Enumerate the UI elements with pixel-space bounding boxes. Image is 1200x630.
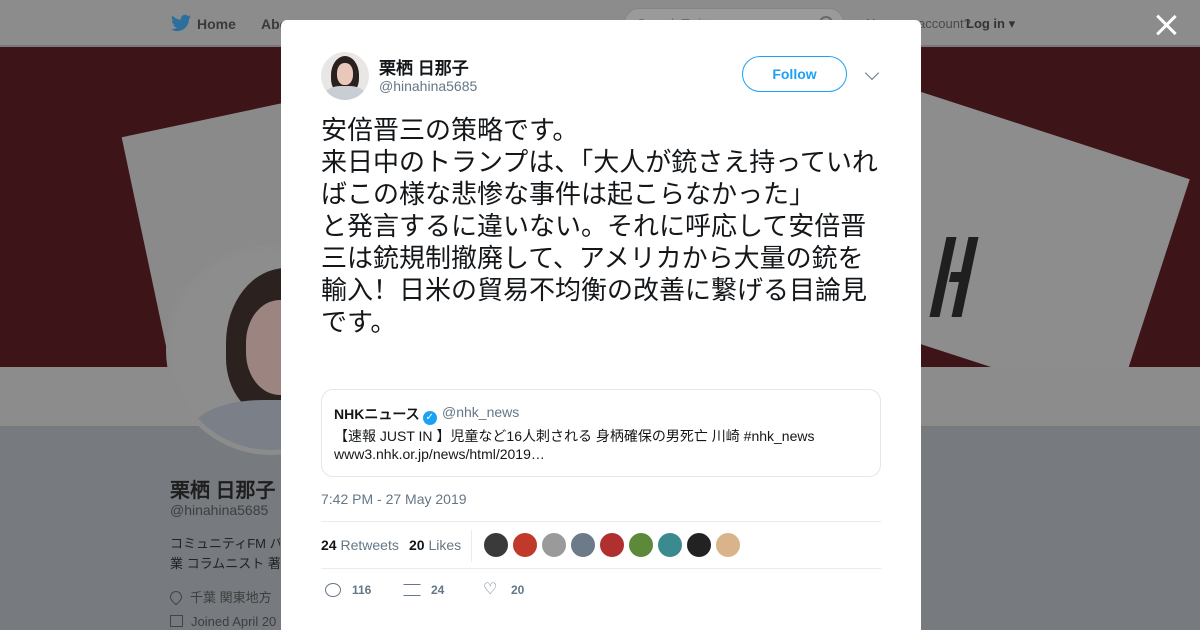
liker-avatar[interactable] [599,532,625,558]
profile-name: 栗栖 日那子 [170,480,276,502]
liker-avatar[interactable] [570,532,596,558]
liker-avatar[interactable] [541,532,567,558]
chevron-down-icon[interactable] [864,65,880,81]
retweet-count[interactable]: 24 [431,583,444,597]
follow-button[interactable]: Follow [742,56,847,92]
tweet-stats: 24 Retweets 20 Likes [321,521,881,569]
quoted-text: 【速報 JUST IN 】児童など16人刺される 身柄確保の男死亡 川崎 #nh… [334,428,815,444]
profile-joined: Joined April 20 [170,614,276,629]
likes-count: 20 [409,537,425,553]
reply-icon[interactable] [325,583,341,597]
location-pin-icon [167,588,185,606]
tweet-text-line: と発言するに違いない。それに呼応して安倍晋三は銃規制撤廃して、アメリカから大量の… [321,212,868,338]
liker-avatar[interactable] [686,532,712,558]
quoted-author-name: NHKニュース [334,406,420,422]
quoted-author-handle: @nhk_news [442,404,520,420]
retweets-label: Retweets [340,537,399,553]
tweet-text-line: 来日中のトランプは、「大人が銃さえ持っていればこの様な悲惨な事件は起こらなかった… [321,148,878,210]
retweet-icon[interactable] [403,584,421,596]
heart-icon[interactable]: ♡ [483,582,497,598]
quoted-tweet[interactable]: NHKニュース ✓ @nhk_news 【速報 JUST IN 】児童など16人刺… [321,389,881,477]
profile-bio: コミュニティFM パ 業 コラムニスト 著 [170,534,280,574]
twitter-bird-icon[interactable] [171,14,191,32]
profile-handle: @hinahina5685 [170,502,269,518]
location-text: 千葉 関東地方 [190,590,272,605]
quoted-author: NHKニュース ✓ [334,404,437,425]
liker-avatar[interactable] [512,532,538,558]
calendar-icon [170,615,183,627]
liker-avatar[interactable] [483,532,509,558]
tweet-modal: 栗栖 日那子 @hinahina5685 Follow 安倍晋三の策略です。 来… [281,20,921,630]
liker-avatar[interactable] [657,532,683,558]
retweets-stat[interactable]: 24 Retweets [321,537,399,553]
verified-badge-icon: ✓ [422,411,437,425]
banner-bars [929,237,998,327]
author-avatar[interactable] [321,52,369,100]
close-icon[interactable] [1155,14,1177,36]
retweets-count: 24 [321,537,337,553]
login-link[interactable]: Log in ▾ [966,16,1015,32]
quoted-link[interactable]: www3.nhk.or.jp/news/html/2019… [334,446,545,462]
profile-bio-line: コミュニティFM パ [170,536,280,551]
likes-label: Likes [428,537,462,553]
like-count[interactable]: 20 [511,583,524,597]
author-name[interactable]: 栗栖 日那子 [379,54,469,79]
liker-avatar[interactable] [715,532,741,558]
tweet-text: 安倍晋三の策略です。 来日中のトランプは、「大人が銃さえ持っていればこの様な悲惨… [321,115,886,339]
liker-avatar[interactable] [628,532,654,558]
tweet-timestamp[interactable]: 7:42 PM - 27 May 2019 [321,491,467,507]
tweet-actions: 116 24 ♡ 20 [321,577,881,607]
tweet-text-line: 安倍晋三の策略です。 [321,116,579,146]
likes-stat[interactable]: 20 Likes [409,537,461,553]
login-label: Log in [966,16,1005,31]
author-handle[interactable]: @hinahina5685 [379,78,477,94]
joined-text: Joined April 20 [191,614,277,629]
nav-home-link[interactable]: Home [197,16,236,32]
profile-location: 千葉 関東地方 [167,587,272,606]
profile-bio-line: 業 コラムニスト 著 [170,556,280,571]
stats-divider [471,530,472,562]
reply-count[interactable]: 116 [352,583,371,597]
